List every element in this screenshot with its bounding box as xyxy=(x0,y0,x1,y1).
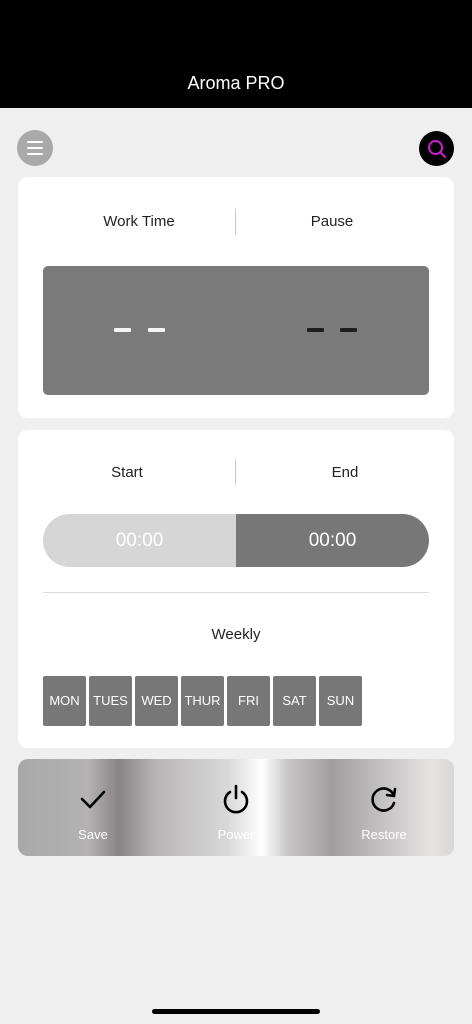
power-label: Power xyxy=(217,827,255,842)
schedule-card: Start End 00:00 00:00 Weekly MON TUES WE… xyxy=(18,430,454,748)
refresh-icon xyxy=(371,787,397,812)
action-bar: Save Power Restore xyxy=(18,759,454,856)
end-time-field[interactable]: 00:00 xyxy=(236,514,429,567)
header-divider xyxy=(235,209,236,235)
day-fri[interactable]: FRI xyxy=(227,676,270,726)
section-divider xyxy=(43,592,429,593)
checkmark-icon xyxy=(80,790,106,809)
menu-button[interactable] xyxy=(17,130,53,166)
timer-card: Work Time Pause xyxy=(18,177,454,418)
hamburger-menu-icon xyxy=(27,141,43,143)
restore-button[interactable]: Restore xyxy=(329,759,439,856)
app-title: Aroma PRO xyxy=(187,73,285,93)
header-divider xyxy=(235,459,236,485)
power-icon xyxy=(223,784,249,814)
app-header: Aroma PRO xyxy=(0,0,472,108)
end-label: End xyxy=(331,464,359,481)
weekly-label: Weekly xyxy=(211,626,261,643)
pause-label: Pause xyxy=(310,213,354,230)
work-time-label: Work Time xyxy=(103,213,175,230)
power-button[interactable]: Power xyxy=(181,759,291,856)
day-sun[interactable]: SUN xyxy=(319,676,362,726)
day-sat[interactable]: SAT xyxy=(273,676,316,726)
start-time-field[interactable]: 00:00 xyxy=(43,514,236,567)
day-mon[interactable]: MON xyxy=(43,676,86,726)
start-label: Start xyxy=(111,464,143,481)
search-icon xyxy=(428,140,446,158)
timer-display[interactable] xyxy=(43,266,429,395)
time-range-selector: 00:00 00:00 xyxy=(43,514,429,567)
day-thur[interactable]: THUR xyxy=(181,676,224,726)
save-label: Save xyxy=(78,827,108,842)
search-button[interactable] xyxy=(419,131,454,166)
save-button[interactable]: Save xyxy=(38,759,148,856)
restore-label: Restore xyxy=(361,827,407,842)
day-wed[interactable]: WED xyxy=(135,676,178,726)
day-tues[interactable]: TUES xyxy=(89,676,132,726)
home-indicator[interactable] xyxy=(152,1009,320,1014)
